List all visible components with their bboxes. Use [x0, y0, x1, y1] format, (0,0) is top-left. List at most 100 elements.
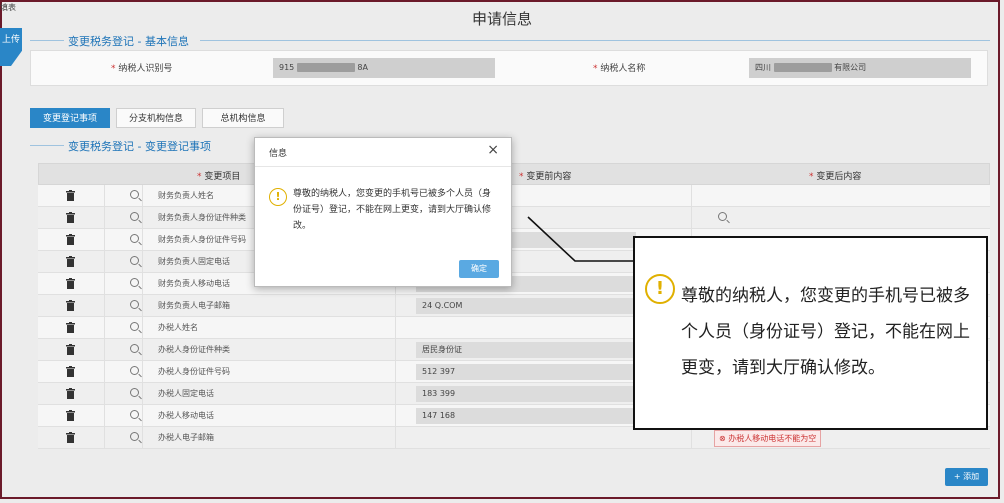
search-icon[interactable]	[130, 234, 139, 243]
callout-connector	[527, 216, 635, 262]
section-divider	[200, 40, 990, 41]
trash-icon[interactable]	[66, 190, 75, 201]
before-content-cell	[396, 427, 692, 449]
search-icon[interactable]	[130, 366, 139, 375]
dialog-title: 信息	[269, 149, 288, 159]
add-button[interactable]: + 添加	[945, 468, 988, 486]
trash-icon[interactable]	[66, 344, 75, 355]
delete-cell	[38, 251, 105, 273]
taxpayer-name-field: 四川 有限公司	[749, 58, 971, 78]
table-row: 财务负责人姓名	[38, 185, 990, 207]
callout-message: 尊敬的纳税人，您变更的手机号已被多个人员（身份证号）登记，不能在网上更变，请到大…	[681, 286, 970, 378]
zoom-callout: ! 尊敬的纳税人，您变更的手机号已被多个人员（身份证号）登记，不能在网上更变，请…	[633, 236, 988, 430]
search-cell	[104, 251, 143, 273]
trash-icon[interactable]	[66, 322, 75, 333]
delete-cell	[38, 361, 105, 383]
trash-icon[interactable]	[66, 234, 75, 245]
search-cell	[104, 229, 143, 251]
search-cell	[104, 339, 143, 361]
dialog-header: 信息 ×	[255, 138, 511, 167]
delete-cell	[38, 339, 105, 361]
close-icon[interactable]: ×	[487, 142, 499, 158]
search-cell	[104, 361, 143, 383]
search-icon[interactable]	[130, 388, 139, 397]
error-message: ⊗ 办税人移动电话不能为空	[714, 430, 822, 447]
after-content-cell[interactable]: ⊗ 办税人移动电话不能为空	[692, 427, 990, 449]
change-item-name: 办税人身份证件种类	[142, 339, 396, 361]
delete-cell	[38, 295, 105, 317]
warning-icon: !	[645, 274, 675, 304]
before-content-value: 147 168	[416, 408, 636, 424]
table-row: 办税人电子邮箱 ⊗ 办税人移动电话不能为空	[38, 427, 990, 449]
search-icon[interactable]	[130, 322, 139, 331]
trash-icon[interactable]	[66, 432, 75, 443]
tab-head-office-info[interactable]: 总机构信息	[202, 108, 284, 128]
search-icon[interactable]	[130, 410, 139, 419]
search-icon[interactable]	[130, 190, 139, 199]
section-divider	[30, 145, 64, 146]
delete-cell	[38, 427, 105, 449]
tab-branch-info[interactable]: 分支机构信息	[116, 108, 196, 128]
search-cell	[104, 383, 143, 405]
change-item-name: 办税人身份证件号码	[142, 361, 396, 383]
change-item-name: 办税人姓名	[142, 317, 396, 339]
before-content-value: 24 Q.COM	[416, 298, 636, 314]
page-title: 申请信息	[471, 10, 532, 28]
header-before-content: * 变更前内容	[519, 172, 572, 182]
table-header: * 变更项目 * 变更前内容 * 变更后内容	[38, 163, 990, 185]
search-cell	[104, 273, 143, 295]
delete-cell	[38, 405, 105, 427]
trash-icon[interactable]	[66, 278, 75, 289]
search-icon[interactable]	[130, 432, 139, 441]
trash-icon[interactable]	[66, 212, 75, 223]
error-icon: ⊗	[719, 434, 729, 443]
delete-cell	[38, 207, 105, 229]
after-content-cell[interactable]	[692, 207, 990, 229]
trash-icon[interactable]	[66, 300, 75, 311]
before-content-value: 居民身份证	[416, 342, 636, 358]
warning-icon: !	[269, 188, 287, 206]
search-icon[interactable]	[130, 278, 139, 287]
change-item-name: 办税人固定电话	[142, 383, 396, 405]
basic-info-box: * 纳税人识别号 915 8A * 纳税人名称 四川 有限公司	[30, 50, 988, 86]
search-icon[interactable]	[130, 300, 139, 309]
trash-icon[interactable]	[66, 366, 75, 377]
tab-change-items[interactable]: 变更登记事项	[30, 108, 110, 128]
header-change-item: * 变更项目	[197, 172, 241, 182]
search-icon[interactable]	[718, 212, 727, 221]
change-item-name: 办税人电子邮箱	[142, 427, 396, 449]
search-cell	[104, 427, 143, 449]
change-item-name: 财务负责人电子邮箱	[142, 295, 396, 317]
search-cell	[104, 185, 143, 207]
delete-cell	[38, 229, 105, 251]
info-dialog: 信息 × ! 尊敬的纳税人，您变更的手机号已被多个人员（身份证号）登记，不能在网…	[254, 137, 512, 287]
dialog-message: 尊敬的纳税人，您变更的手机号已被多个人员（身份证号）登记，不能在网上更变，请到大…	[293, 189, 492, 231]
taxpayer-id-label: * 纳税人识别号	[111, 64, 173, 74]
table-row: 财务负责人身份证件种类	[38, 207, 990, 229]
search-cell	[104, 317, 143, 339]
header-after-content: * 变更后内容	[809, 172, 862, 182]
before-content-value: 183 399	[416, 386, 636, 402]
search-cell	[104, 405, 143, 427]
delete-cell	[38, 383, 105, 405]
search-cell	[104, 207, 143, 229]
search-icon[interactable]	[130, 344, 139, 353]
ok-button[interactable]: 确定	[459, 260, 499, 278]
basic-info-section-title: 变更税务登记 - 基本信息	[68, 35, 189, 48]
after-content-cell[interactable]	[692, 185, 990, 207]
trash-icon[interactable]	[66, 410, 75, 421]
delete-cell	[38, 273, 105, 295]
section-divider	[30, 40, 64, 41]
delete-cell	[38, 317, 105, 339]
delete-cell	[38, 185, 105, 207]
search-icon[interactable]	[130, 256, 139, 265]
trash-icon[interactable]	[66, 256, 75, 267]
taxpayer-name-label: * 纳税人名称	[593, 64, 646, 74]
change-item-name: 办税人移动电话	[142, 405, 396, 427]
search-icon[interactable]	[130, 212, 139, 221]
before-content-value: 512 397	[416, 364, 636, 380]
search-cell	[104, 295, 143, 317]
change-items-section-title: 变更税务登记 - 变更登记事项	[68, 140, 211, 153]
taxpayer-id-field: 915 8A	[273, 58, 495, 78]
trash-icon[interactable]	[66, 388, 75, 399]
